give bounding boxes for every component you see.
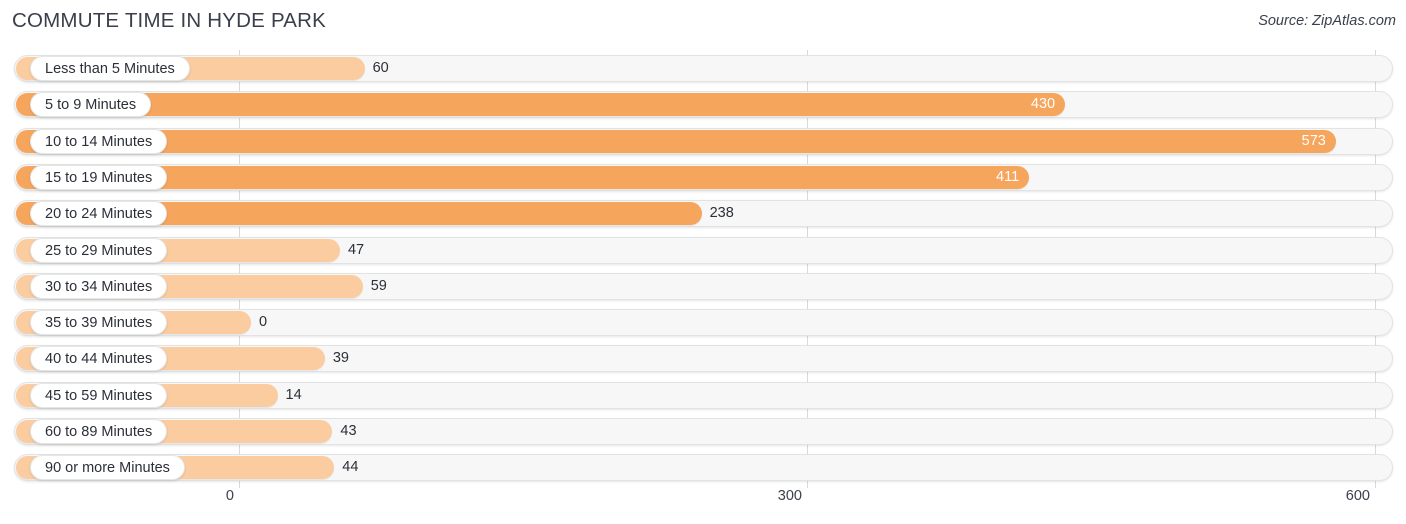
bar-category-label: 5 to 9 Minutes: [30, 92, 152, 118]
x-axis-tick-label: 300: [777, 488, 802, 504]
bar-category-label: Less than 5 Minutes: [30, 56, 190, 81]
bar-value-label: 0: [259, 314, 268, 331]
bar-value-label: 47: [347, 241, 365, 258]
bar-row[interactable]: 25 to 29 Minutes 47: [14, 236, 1393, 264]
x-axis-tick-label: 0: [225, 488, 234, 504]
bar-category-label: 90 or more Minutes: [30, 455, 185, 481]
bar-row[interactable]: 45 to 59 Minutes 14: [14, 381, 1393, 409]
bar-rows: Less than 5 Minutes 60 5 to 9 Minutes 430 10…: [0, 46, 1406, 486]
source-attribution: Source: ZipAtlas.com: [1258, 13, 1396, 29]
bar-value-label: 39: [332, 350, 349, 367]
bar-value-label: 60: [372, 60, 389, 76]
bar-category-label: 35 to 39 Minutes: [30, 310, 168, 336]
bar-category-label: 30 to 34 Minutes: [30, 273, 168, 299]
bar-category-label: 10 to 14 Minutes: [30, 128, 168, 154]
bar-value-label: 59: [370, 277, 387, 294]
bar-row[interactable]: 90 or more Minutes 44: [14, 454, 1393, 482]
bar-fill[interactable]: [16, 93, 1066, 117]
bar-row[interactable]: 5 to 9 Minutes 430: [14, 91, 1393, 119]
bar-value-label: 238: [709, 205, 734, 222]
bar-row[interactable]: Less than 5 Minutes 60: [14, 55, 1393, 82]
bar-value-label: 411: [996, 168, 1020, 185]
bar-category-label: 60 to 89 Minutes: [30, 419, 168, 444]
chart-header: COMMUTE TIME IN HYDE PARK Source: ZipAtl…: [0, 0, 1406, 46]
bar-value-label: 44: [342, 459, 359, 476]
bar-category-label: 15 to 19 Minutes: [30, 164, 168, 190]
bar-category-label: 45 to 59 Minutes: [30, 382, 168, 408]
bar-value-label: 573: [1301, 132, 1326, 149]
bar-row[interactable]: 30 to 34 Minutes 59: [14, 272, 1393, 300]
page-title: COMMUTE TIME IN HYDE PARK: [12, 9, 327, 32]
x-axis: 0 300 600: [0, 486, 1406, 524]
bar-row[interactable]: 15 to 19 Minutes 411: [14, 163, 1393, 191]
bar-row[interactable]: 20 to 24 Minutes 238: [14, 200, 1393, 228]
bar-fill[interactable]: [16, 165, 1030, 189]
chart-plot-area: Less than 5 Minutes 60 5 to 9 Minutes 430 10…: [0, 46, 1406, 488]
bar-category-label: 20 to 24 Minutes: [30, 201, 168, 227]
bar-value-label: 14: [285, 386, 302, 403]
bar-category-label: 40 to 44 Minutes: [30, 346, 168, 372]
bar-value-label: 430: [1030, 96, 1056, 113]
bar-row[interactable]: 35 to 39 Minutes 0: [14, 309, 1393, 337]
bar-category-label: 25 to 29 Minutes: [30, 237, 168, 263]
bar-value-label: 43: [340, 423, 357, 439]
bar-row[interactable]: 40 to 44 Minutes 39: [14, 345, 1393, 373]
bar-row[interactable]: 10 to 14 Minutes 573: [14, 127, 1393, 155]
bar-row[interactable]: 60 to 89 Minutes 43: [14, 418, 1393, 445]
bar-fill[interactable]: [16, 129, 1336, 153]
x-axis-tick-label: 600: [1345, 488, 1370, 504]
